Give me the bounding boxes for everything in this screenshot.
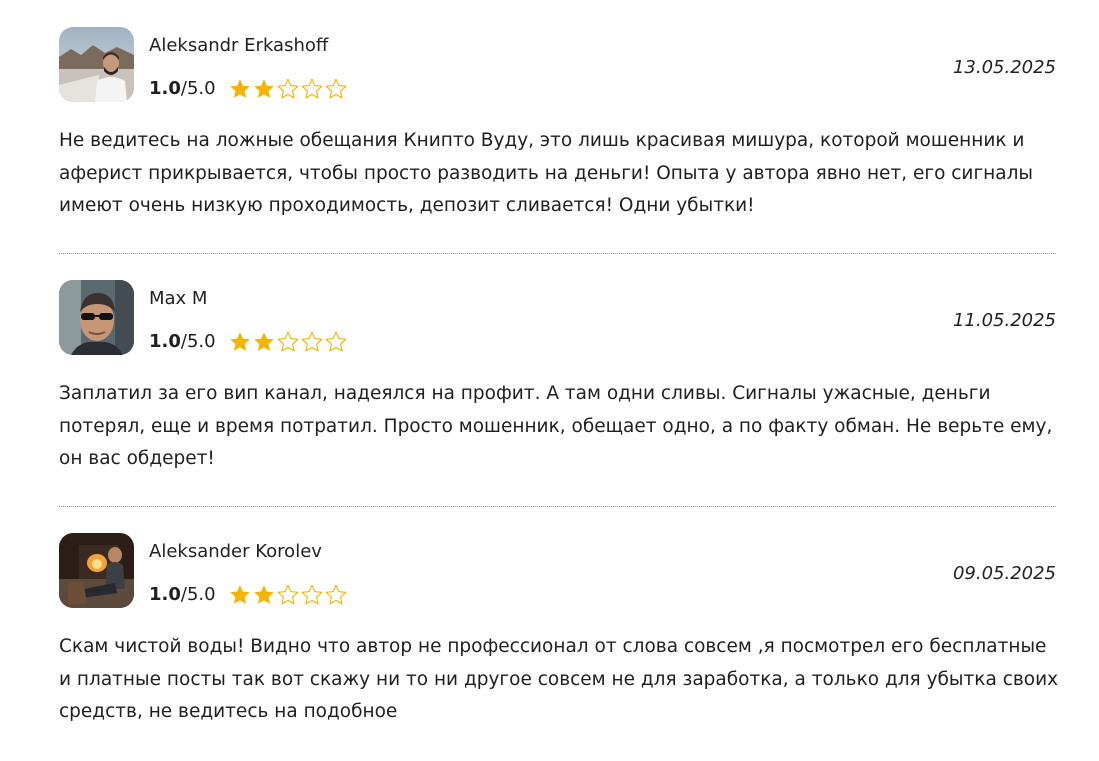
reviews-list: Aleksandr Erkashoff 1.0/5.0 13.05.2025 Н… — [59, 0, 1059, 759]
person-photo-avatar-icon — [59, 280, 134, 355]
review-author: Aleksandr Erkashoff — [149, 35, 329, 56]
star-empty-icon — [325, 78, 346, 99]
star-empty-icon — [325, 584, 346, 605]
rating-score: 1.0/5.0 — [149, 584, 216, 606]
star-empty-icon — [277, 78, 298, 99]
review-rating: 1.0/5.0 — [149, 329, 348, 355]
star-rating — [228, 77, 348, 101]
star-empty-icon — [277, 584, 298, 605]
rating-max: /5.0 — [180, 331, 216, 352]
star-filled-icon — [253, 585, 274, 604]
star-filled-icon — [253, 332, 274, 351]
avatar[interactable] — [59, 533, 134, 608]
review-date: 13.05.2025 — [952, 57, 1056, 78]
rating-value: 1.0 — [149, 78, 181, 99]
person-photo-avatar-icon — [59, 27, 134, 102]
rating-score: 1.0/5.0 — [149, 331, 216, 353]
avatar[interactable] — [59, 27, 134, 102]
review-author: Max M — [149, 288, 208, 309]
rating-value: 1.0 — [149, 584, 181, 605]
rating-max: /5.0 — [180, 78, 216, 99]
star-empty-icon — [301, 78, 322, 99]
star-filled-icon — [229, 79, 250, 98]
review-item: Aleksander Korolev 1.0/5.0 09.05.2025 Ск… — [59, 506, 1059, 759]
star-filled-icon — [253, 79, 274, 98]
rating-max: /5.0 — [180, 584, 216, 605]
star-filled-icon — [229, 585, 250, 604]
star-empty-icon — [325, 331, 346, 352]
review-date: 11.05.2025 — [952, 310, 1056, 331]
person-photo-avatar-icon — [59, 533, 134, 608]
avatar[interactable] — [59, 280, 134, 355]
rating-score: 1.0/5.0 — [149, 78, 216, 100]
star-rating — [228, 330, 348, 354]
review-author: Aleksander Korolev — [149, 541, 322, 562]
review-text: Не ведитесь на ложные обещания Книпто Ву… — [59, 130, 1034, 216]
review-rating: 1.0/5.0 — [149, 582, 348, 608]
review-text: Скам чистой воды! Видно что автор не про… — [59, 636, 1059, 722]
review-text: Заплатил за его вип канал, надеялся на п… — [59, 383, 1053, 469]
star-empty-icon — [277, 331, 298, 352]
star-filled-icon — [229, 332, 250, 351]
star-empty-icon — [301, 331, 322, 352]
review-date: 09.05.2025 — [952, 563, 1056, 584]
review-item: Max M 1.0/5.0 11.05.2025 Заплатил за его… — [59, 253, 1056, 507]
star-rating — [228, 583, 348, 607]
rating-value: 1.0 — [149, 331, 181, 352]
review-rating: 1.0/5.0 — [149, 76, 348, 102]
review-item: Aleksandr Erkashoff 1.0/5.0 13.05.2025 Н… — [59, 0, 1056, 254]
star-empty-icon — [301, 584, 322, 605]
